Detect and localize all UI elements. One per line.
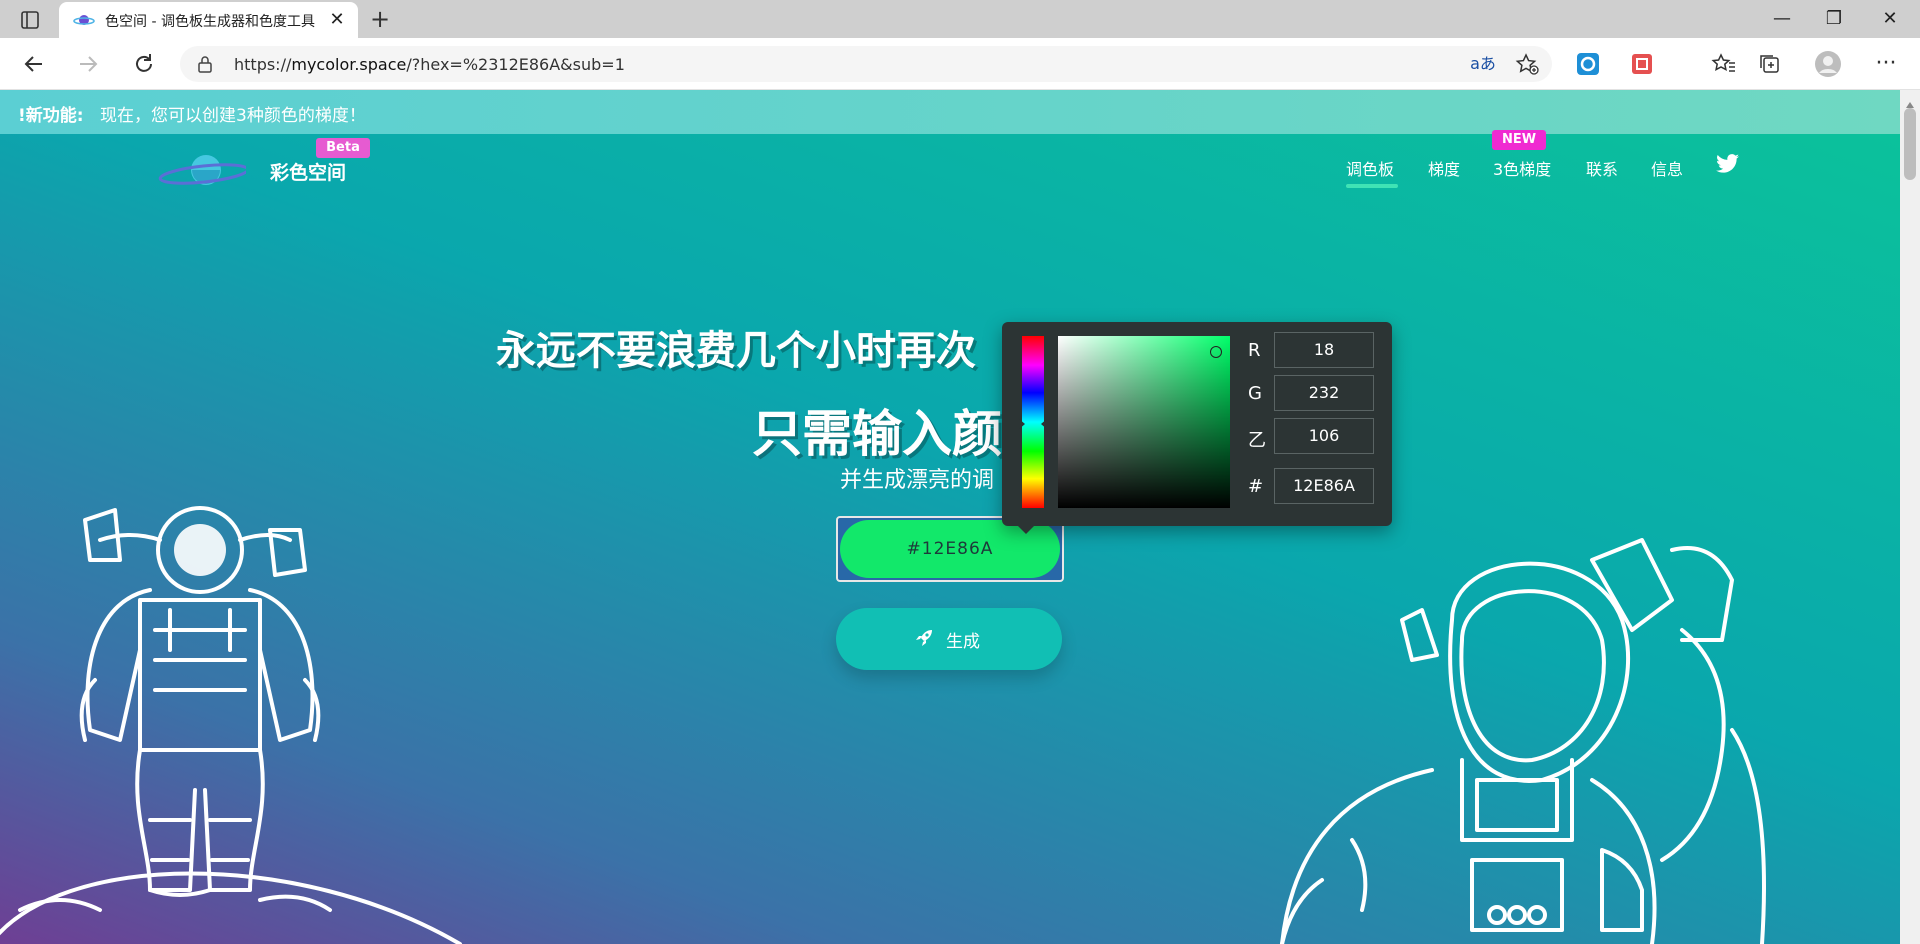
hero-heading-line1: 永远不要浪费几个小时再次: [496, 328, 976, 374]
g-label: G: [1248, 383, 1262, 404]
collections-icon[interactable]: [1756, 50, 1784, 78]
hero-subheading: 并生成漂亮的调: [840, 468, 995, 493]
beta-badge: Beta: [316, 138, 370, 158]
announcement-text: 现在，您可以创建3种颜色的梯度！: [100, 106, 366, 126]
generate-button[interactable]: 生成: [836, 608, 1062, 670]
b-label: 乙: [1248, 430, 1266, 451]
scrollbar-thumb[interactable]: [1904, 108, 1916, 180]
new-badge: NEW: [1492, 130, 1546, 150]
nav-3-color-gradient[interactable]: 3色梯度: [1493, 156, 1551, 180]
hue-slider-handle-right[interactable]: [1041, 418, 1048, 430]
nav-gradient[interactable]: 梯度: [1428, 156, 1460, 180]
twitter-icon[interactable]: [1716, 154, 1740, 174]
url-prefix: https://: [234, 55, 292, 74]
astronaut-right-illustration: [1280, 538, 1766, 944]
page-content: !新功能: 现在，您可以创建3种颜色的梯度！ 彩色空间 Beta 调色板 梯度 …: [0, 90, 1900, 944]
hex-label: #: [1248, 476, 1264, 497]
hero-heading-line2: 只需输入颜: [752, 405, 1002, 463]
window-close-button[interactable]: ✕: [1868, 4, 1912, 34]
rocket-icon: [914, 628, 934, 648]
hue-slider-handle-left[interactable]: [1018, 418, 1025, 430]
read-aloud-icon[interactable]: aあ: [1470, 52, 1496, 76]
favorites-icon[interactable]: [1710, 50, 1738, 78]
tab-actions-icon[interactable]: [14, 8, 46, 32]
add-favorite-icon[interactable]: [1514, 52, 1540, 76]
nav-contact[interactable]: 联系: [1586, 156, 1618, 180]
astronaut-left-illustration: [0, 506, 462, 944]
tab-title: 色空间 - 调色板生成器和色度工具: [105, 14, 315, 30]
b-field[interactable]: 106: [1274, 418, 1374, 454]
nav-info[interactable]: 信息: [1651, 156, 1683, 180]
url-domain: mycolor.space: [291, 55, 407, 74]
extension-ie-icon[interactable]: [1574, 50, 1602, 78]
hex-field[interactable]: 12E86A: [1274, 468, 1374, 504]
url-text[interactable]: https://mycolor.space/?hex=%2312E86A&sub…: [234, 55, 625, 74]
color-picker-popup: R 18 G 232 乙 106 # 12E86A: [1002, 322, 1392, 534]
profile-avatar-icon[interactable]: [1814, 50, 1842, 78]
announcement-label: !新功能:: [18, 106, 84, 126]
announcement-bar: !新功能: 现在，您可以创建3种颜色的梯度！: [0, 90, 1900, 134]
brand-name[interactable]: 彩色空间: [270, 158, 346, 185]
scroll-up-icon[interactable]: [1905, 94, 1915, 108]
page-scrollbar[interactable]: [1900, 90, 1920, 944]
more-options-icon[interactable]: ···: [1870, 48, 1902, 80]
g-field[interactable]: 232: [1274, 375, 1374, 411]
refresh-icon[interactable]: [128, 48, 160, 80]
tab-close-icon[interactable]: ✕: [327, 11, 347, 31]
r-field[interactable]: 18: [1274, 332, 1374, 368]
generate-button-label: 生成: [946, 632, 980, 652]
minimize-button[interactable]: —: [1760, 4, 1804, 34]
back-arrow-icon[interactable]: [18, 48, 50, 80]
picker-caret: [1016, 524, 1036, 534]
planet-logo-icon[interactable]: [156, 150, 250, 190]
nav-palette[interactable]: 调色板: [1346, 156, 1394, 180]
saturation-value-area[interactable]: [1058, 336, 1230, 508]
r-label: R: [1248, 340, 1261, 361]
browser-tab-active[interactable]: 色空间 - 调色板生成器和色度工具 ✕: [59, 2, 358, 38]
browser-toolbar: https://mycolor.space/?hex=%2312E86A&sub…: [0, 38, 1920, 90]
forward-arrow-icon[interactable]: [72, 48, 104, 80]
extension-red-icon[interactable]: [1628, 50, 1656, 78]
maximize-button[interactable]: ❐: [1812, 4, 1856, 34]
browser-tab-bar: 色空间 - 调色板生成器和色度工具 ✕ + — ❐ ✕: [0, 0, 1920, 38]
lock-icon[interactable]: [198, 55, 212, 73]
url-rest: /?hex=%2312E86A&sub=1: [406, 55, 625, 74]
planet-favicon-icon: [73, 12, 95, 28]
nav-active-underline: [1346, 184, 1398, 188]
address-bar[interactable]: https://mycolor.space/?hex=%2312E86A&sub…: [180, 46, 1552, 82]
new-tab-button[interactable]: +: [366, 6, 394, 34]
saturation-value-handle[interactable]: [1210, 346, 1222, 358]
